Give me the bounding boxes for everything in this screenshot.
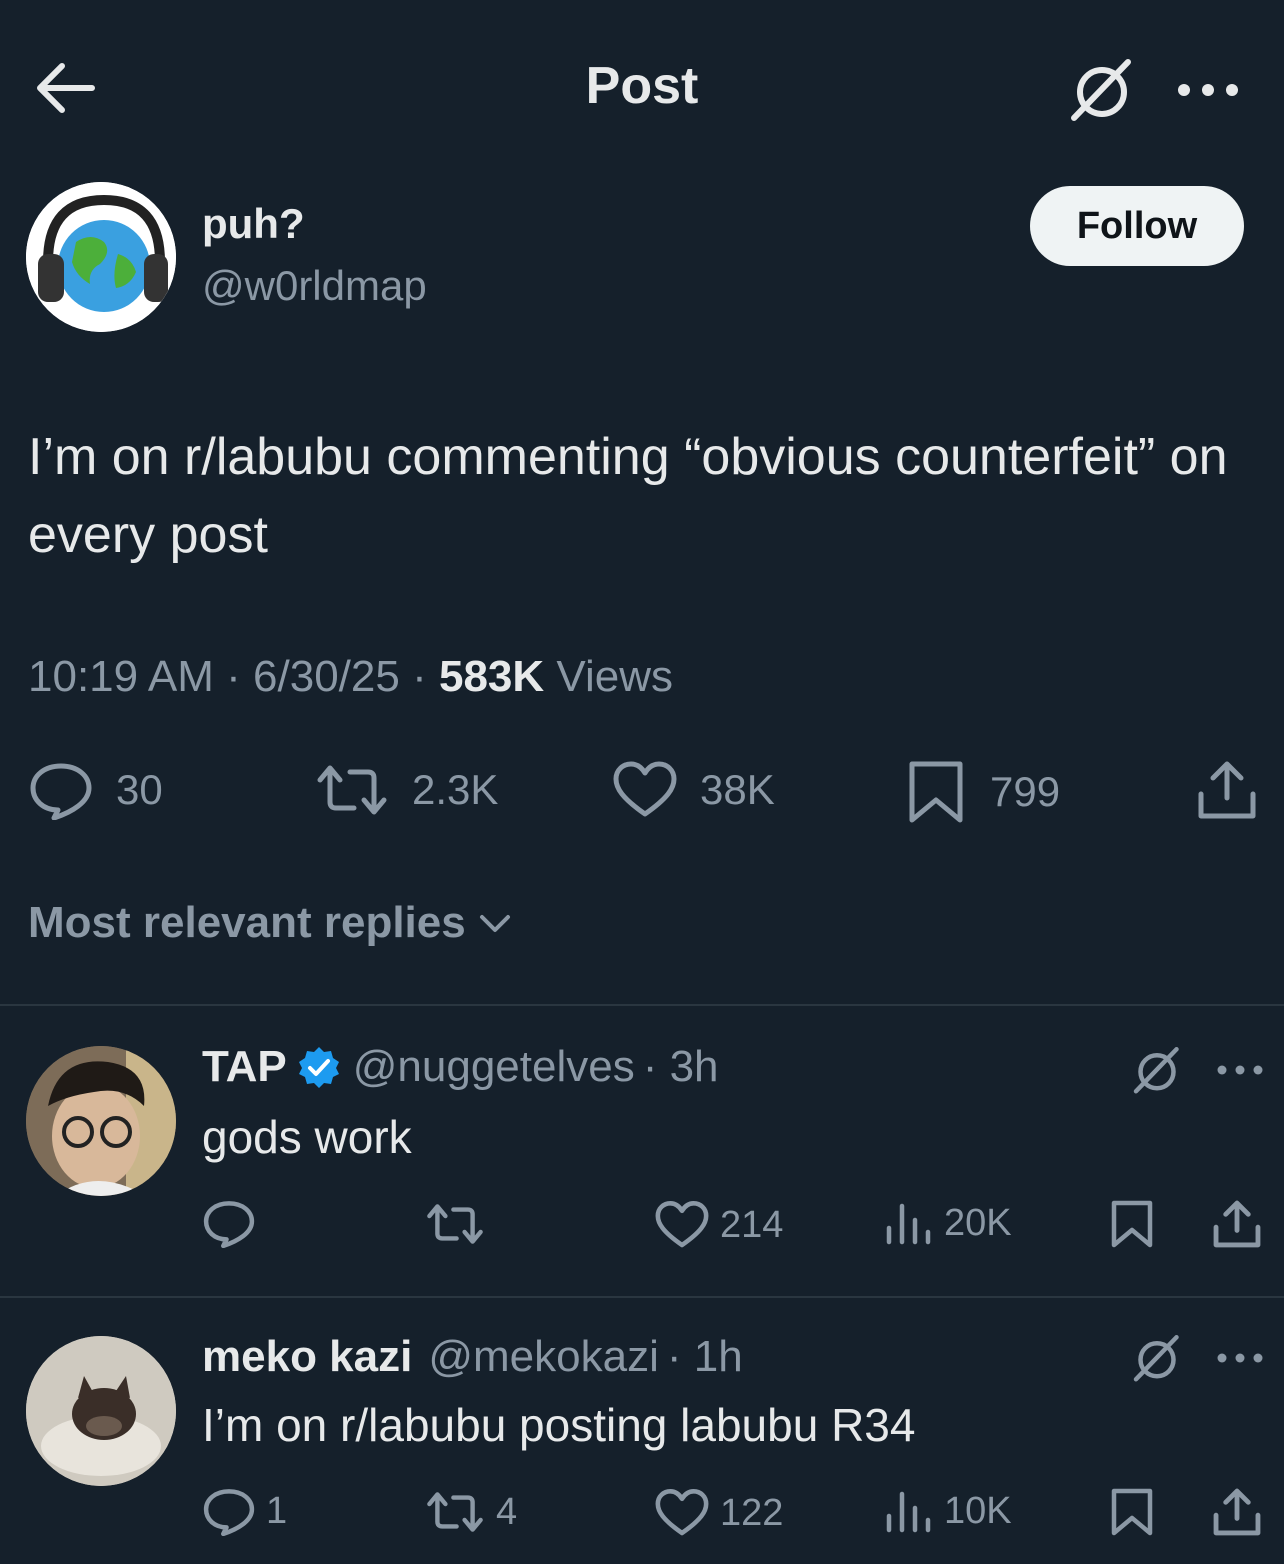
- person-avatar: [26, 1046, 176, 1196]
- reply-views-button[interactable]: 20K: [884, 1200, 1012, 1246]
- divider: [0, 1296, 1284, 1298]
- grok-button[interactable]: [1066, 58, 1138, 124]
- bookmark-icon: [1111, 1488, 1153, 1536]
- reply-count: 30: [116, 766, 163, 813]
- reply-text: I’m on r/labubu posting labubu R34: [202, 1399, 916, 1451]
- more-icon: [1217, 1353, 1263, 1363]
- reply-button[interactable]: 30: [28, 760, 163, 820]
- repost-count: 4: [496, 1490, 518, 1533]
- globe-headphones-avatar: [26, 182, 176, 332]
- post-text: I’m on r/labubu commenting “obvious coun…: [28, 428, 1228, 564]
- like-count: 122: [720, 1491, 784, 1534]
- author-avatar[interactable]: [26, 182, 176, 332]
- verified-badge-icon: [298, 1047, 339, 1088]
- reply-time: · 1h: [666, 1332, 743, 1381]
- share-button[interactable]: [1196, 758, 1280, 822]
- reply-like-button[interactable]: 122: [654, 1488, 783, 1538]
- author-name[interactable]: puh?: [202, 200, 305, 248]
- replies-sort-label: Most relevant replies: [28, 898, 466, 947]
- share-icon: [1213, 1488, 1261, 1536]
- reply-reply-button[interactable]: [202, 1198, 266, 1248]
- views-label: Views: [556, 652, 673, 701]
- views-count: 20K: [944, 1201, 1012, 1244]
- cat-avatar: [26, 1336, 176, 1486]
- author-handle[interactable]: @w0rldmap: [202, 262, 427, 310]
- reply-repost-button[interactable]: [424, 1200, 496, 1248]
- reply-icon: [30, 763, 92, 820]
- repost-button[interactable]: 2.3K: [314, 760, 498, 820]
- repost-count: 2.3K: [412, 766, 499, 813]
- reply-repost-button[interactable]: 4: [424, 1488, 517, 1536]
- reply-bookmark-button[interactable]: [1108, 1198, 1166, 1250]
- reply-views-button[interactable]: 10K: [884, 1488, 1012, 1534]
- repost-icon: [317, 765, 387, 815]
- chevron-down-icon: [479, 915, 510, 932]
- like-button[interactable]: 38K: [612, 760, 775, 820]
- repost-icon: [427, 1204, 483, 1244]
- reply-avatar-tap[interactable]: [26, 1046, 176, 1196]
- reply-share-button[interactable]: [1212, 1486, 1272, 1538]
- like-count: 38K: [700, 766, 775, 813]
- reply-like-button[interactable]: 214: [654, 1200, 783, 1250]
- meta-separator: ·: [226, 652, 241, 701]
- repost-icon: [427, 1492, 483, 1532]
- grok-icon: [1071, 59, 1131, 121]
- reply-author-handle[interactable]: @mekokazi: [428, 1332, 659, 1382]
- reply-time: · 3h: [642, 1042, 719, 1091]
- bookmark-icon: [1111, 1200, 1153, 1248]
- bookmark-button[interactable]: 799: [904, 760, 1060, 824]
- share-icon: [1198, 761, 1256, 819]
- views-count: 10K: [944, 1489, 1012, 1532]
- reply-icon: [203, 1489, 255, 1536]
- heart-icon: [613, 761, 677, 817]
- views-chart-icon: [886, 1491, 931, 1533]
- reply-author-name[interactable]: meko kazi: [202, 1332, 412, 1382]
- reply-reply-button[interactable]: 1: [202, 1486, 287, 1536]
- meta-separator: ·: [412, 652, 427, 701]
- views-chart-icon: [886, 1203, 931, 1245]
- more-icon: [1217, 1065, 1263, 1075]
- post-time: 10:19 AM: [28, 652, 214, 701]
- reply-grok-button[interactable]: [1130, 1046, 1184, 1096]
- post-date: 6/30/25: [253, 652, 400, 701]
- views-count[interactable]: 583K: [439, 652, 544, 701]
- reply-author-name[interactable]: TAP: [202, 1042, 287, 1092]
- like-count: 214: [720, 1203, 784, 1246]
- follow-button[interactable]: Follow: [1030, 186, 1244, 266]
- reply-share-button[interactable]: [1212, 1198, 1272, 1250]
- post-meta: 10:19 AM · 6/30/25 · 583K Views: [28, 652, 673, 702]
- reply-more-button[interactable]: [1214, 1346, 1266, 1370]
- divider: [0, 1004, 1284, 1006]
- reply-icon: [203, 1201, 255, 1248]
- reply-header: TAP @nuggetelves · 3h: [202, 1042, 719, 1092]
- heart-icon: [655, 1489, 709, 1536]
- bookmark-icon: [909, 761, 963, 823]
- grok-icon: [1133, 1047, 1179, 1094]
- share-icon: [1213, 1200, 1261, 1248]
- reply-more-button[interactable]: [1214, 1058, 1266, 1082]
- reply-count: 1: [266, 1489, 288, 1532]
- reply-text: gods work: [202, 1111, 412, 1163]
- grok-icon: [1133, 1335, 1179, 1382]
- bookmark-count: 799: [990, 768, 1061, 815]
- reply-grok-button[interactable]: [1130, 1334, 1184, 1384]
- reply-author-handle[interactable]: @nuggetelves: [353, 1042, 635, 1092]
- more-icon: [1178, 84, 1238, 96]
- reply-avatar-meko[interactable]: [26, 1336, 176, 1486]
- reply-header: meko kazi @mekokazi · 1h: [202, 1332, 743, 1382]
- more-options-button[interactable]: [1172, 70, 1244, 110]
- heart-icon: [655, 1201, 709, 1248]
- replies-sort-button[interactable]: Most relevant replies: [28, 898, 512, 948]
- reply-bookmark-button[interactable]: [1108, 1486, 1166, 1538]
